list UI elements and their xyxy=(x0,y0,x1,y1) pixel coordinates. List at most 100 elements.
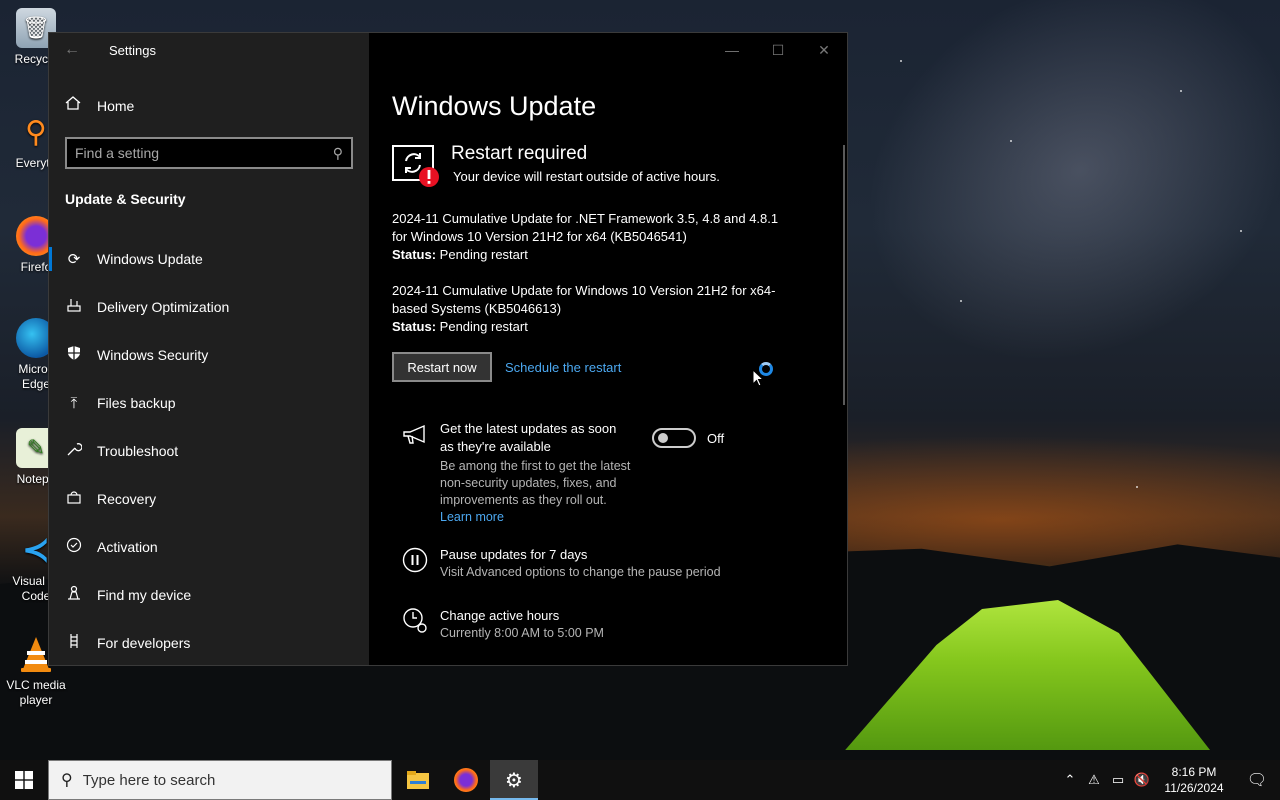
status-value: Pending restart xyxy=(436,319,528,334)
close-icon[interactable]: ✕ xyxy=(801,33,847,67)
active-hours-option[interactable]: Change active hours Currently 8:00 AM to… xyxy=(440,607,800,642)
megaphone-icon xyxy=(402,423,430,451)
toggle-knob xyxy=(658,433,668,443)
clock-time: 8:16 PM xyxy=(1171,765,1217,779)
network-icon[interactable]: ▭ xyxy=(1106,772,1130,788)
restart-title: Restart required xyxy=(451,143,588,164)
option-description: Visit Advanced options to change the pau… xyxy=(440,565,721,579)
sidebar-item-activation[interactable]: Activation xyxy=(49,523,369,571)
option-description: Be among the first to get the latest non… xyxy=(440,458,640,526)
section-title: Update & Security xyxy=(65,191,186,207)
sidebar-item-troubleshoot[interactable]: Troubleshoot xyxy=(49,427,369,475)
file-explorer-icon[interactable] xyxy=(394,760,442,800)
clock[interactable]: 8:16 PM 11/26/2024 xyxy=(1154,764,1234,796)
search-icon: ⚲ xyxy=(61,772,73,789)
star xyxy=(1010,140,1012,142)
sidebar-item-recovery[interactable]: Recovery xyxy=(49,475,369,523)
update-item: 2024-11 Cumulative Update for .NET Frame… xyxy=(392,210,812,264)
sync-icon: ⟳ xyxy=(67,251,81,268)
schedule-restart-link[interactable]: Schedule the restart xyxy=(505,360,621,375)
option-heading-line: as they're available xyxy=(440,439,551,454)
firefox-icon[interactable] xyxy=(442,760,490,800)
sidebar-item-find-my-device[interactable]: Find my device xyxy=(49,571,369,619)
back-arrow-icon[interactable]: ← xyxy=(49,41,95,59)
home-link[interactable]: Home xyxy=(65,95,134,116)
toggle-state-label: Off xyxy=(707,431,725,446)
option-description-text: Be among the first to get the latest non… xyxy=(440,459,631,507)
clock-date: 11/26/2024 xyxy=(1164,781,1224,795)
sidebar-item-label: Windows Security xyxy=(97,347,209,363)
upload-icon: ⤒ xyxy=(70,394,78,412)
restart-now-button[interactable]: Restart now xyxy=(392,352,492,382)
find-setting-input[interactable]: Find a setting ⚲ xyxy=(65,137,353,169)
restart-subtitle: Your device will restart outside of acti… xyxy=(453,169,720,184)
sidebar-item-label: Delivery Optimization xyxy=(97,299,230,315)
star xyxy=(960,300,962,302)
person-pin-icon xyxy=(65,585,83,605)
option-heading: Change active hours xyxy=(440,608,560,623)
taskbar-search-box[interactable]: ⚲ Type here to search xyxy=(48,760,392,800)
scrollbar[interactable] xyxy=(843,145,845,405)
sidebar-nav: ⟳ Windows Update Delivery Optimization W… xyxy=(49,235,369,667)
sidebar-item-label: Activation xyxy=(97,539,158,555)
home-icon xyxy=(65,95,83,116)
option-heading-line: Get the latest updates as soon xyxy=(440,421,617,436)
security-alert-icon[interactable]: ⚠ xyxy=(1082,772,1106,788)
sidebar-item-windows-security[interactable]: Windows Security xyxy=(49,331,369,379)
sidebar-item-label: Windows Update xyxy=(97,251,203,267)
learn-more-link[interactable]: Learn more xyxy=(440,510,504,524)
update-item: 2024-11 Cumulative Update for Windows 10… xyxy=(392,282,812,336)
status-label: Status: xyxy=(392,247,437,262)
mouse-cursor-icon xyxy=(752,368,765,387)
volume-muted-icon[interactable]: 🔇 xyxy=(1130,772,1154,788)
update-name-line: based Systems (KB5046613) xyxy=(392,301,562,316)
settings-gear-icon[interactable]: ⚙ xyxy=(490,760,538,800)
check-circle-icon xyxy=(65,537,83,557)
pause-updates-option[interactable]: Pause updates for 7 days Visit Advanced … xyxy=(440,546,800,581)
notification-icon[interactable]: 🗨 xyxy=(1234,770,1280,790)
clock-settings-icon[interactable] xyxy=(402,607,430,635)
title-bar: ← Settings xyxy=(49,33,369,67)
pause-icon[interactable] xyxy=(402,547,430,575)
star xyxy=(1240,230,1242,232)
shield-icon xyxy=(65,345,83,365)
taskbar: ⚲ Type here to search ⚙ ⌃ ⚠ ▭ 🔇 8:16 PM … xyxy=(0,760,1280,800)
page-title: Windows Update xyxy=(392,91,597,121)
app-title: Settings xyxy=(109,42,156,58)
settings-window: ← Settings Home Find a setting ⚲ Update … xyxy=(48,32,848,666)
windows-logo-icon xyxy=(15,771,33,789)
update-name-line: 2024-11 Cumulative Update for Windows 10… xyxy=(392,283,776,298)
maximize-icon[interactable]: ☐ xyxy=(755,33,801,67)
main-content: — ☐ ✕ Windows Update Restart required Yo… xyxy=(369,33,847,665)
search-icon: ⚲ xyxy=(332,144,343,161)
wrench-icon xyxy=(65,441,83,461)
developer-icon xyxy=(65,633,83,653)
sidebar-item-label: For developers xyxy=(97,635,191,651)
chevron-up-icon[interactable]: ⌃ xyxy=(1058,772,1082,788)
delivery-icon xyxy=(65,297,83,317)
update-name-line: 2024-11 Cumulative Update for .NET Frame… xyxy=(392,211,779,226)
update-status: Status: Pending restart xyxy=(392,318,812,336)
sidebar-item-delivery-optimization[interactable]: Delivery Optimization xyxy=(49,283,369,331)
start-button[interactable] xyxy=(0,760,48,800)
option-description: Currently 8:00 AM to 5:00 PM xyxy=(440,626,604,640)
home-label: Home xyxy=(97,97,135,114)
sidebar-item-label: Troubleshoot xyxy=(97,443,179,459)
desktop-icon-label: VLC media player xyxy=(6,678,66,707)
taskbar-search-placeholder: Type here to search xyxy=(82,771,216,789)
sidebar: ← Settings Home Find a setting ⚲ Update … xyxy=(49,33,369,665)
restart-required-icon xyxy=(392,141,439,187)
option-heading: Pause updates for 7 days xyxy=(440,547,588,562)
update-status: Status: Pending restart xyxy=(392,246,812,264)
latest-updates-toggle[interactable] xyxy=(652,428,696,448)
sidebar-item-label: Find my device xyxy=(97,587,192,603)
sidebar-item-files-backup[interactable]: ⤒ Files backup xyxy=(49,379,369,427)
sidebar-item-for-developers[interactable]: For developers xyxy=(49,619,369,667)
star xyxy=(900,60,902,62)
status-label: Status: xyxy=(392,319,437,334)
window-controls: — ☐ ✕ xyxy=(709,33,847,67)
sidebar-item-windows-update[interactable]: ⟳ Windows Update xyxy=(49,235,369,283)
status-value: Pending restart xyxy=(436,247,528,262)
minimize-icon[interactable]: — xyxy=(709,33,755,67)
latest-updates-option: Get the latest updates as soon as they'r… xyxy=(440,420,640,526)
